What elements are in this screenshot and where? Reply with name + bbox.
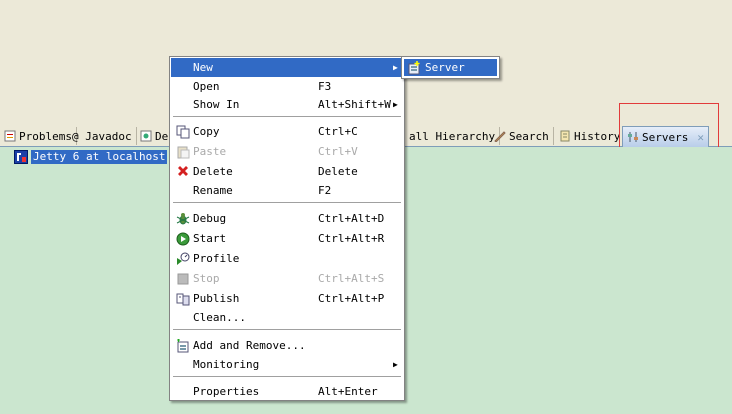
tab-search[interactable]: Search: [490, 127, 554, 145]
menu-item-label: Server: [425, 61, 465, 74]
menu-item-profile[interactable]: Profile: [171, 249, 403, 268]
submenu-arrow-icon: ▶: [393, 360, 398, 369]
menu-item-shortcut: F3: [318, 80, 332, 93]
menu-item-shortcut: Delete: [318, 165, 358, 178]
delete-icon: [175, 164, 190, 179]
menu-item-show-in[interactable]: Show In Alt+Shift+W ▶: [171, 95, 403, 114]
submenu-arrow-icon: ▶: [393, 100, 398, 109]
menu-item-label: Paste: [193, 145, 227, 158]
context-menu: New ▶ Open F3 Show In Alt+Shift+W ▶ Copy…: [169, 56, 405, 401]
menu-item-label: Delete: [193, 165, 233, 178]
tab-label: all Hierarchy: [409, 129, 496, 143]
menu-item-rename[interactable]: Rename F2: [171, 181, 403, 200]
profile-icon: [175, 251, 190, 266]
menu-item-add-and-remove[interactable]: Add and Remove...: [171, 336, 403, 355]
add-remove-icon: [175, 338, 190, 353]
tab-problems[interactable]: Problems: [0, 127, 77, 145]
menu-item-shortcut: Ctrl+C: [318, 125, 358, 138]
publish-icon: [175, 291, 190, 306]
debug-icon: [175, 211, 190, 226]
menu-item-shortcut: Ctrl+Alt+P: [318, 292, 385, 305]
menu-item-shortcut: Alt+Enter: [318, 385, 378, 398]
menu-item-label: Stop: [193, 272, 220, 285]
menu-item-label: Show In: [193, 98, 240, 111]
menu-item-monitoring[interactable]: Monitoring ▶: [171, 355, 403, 374]
menu-item-label: Debug: [193, 212, 227, 225]
menu-item-stop[interactable]: Stop Ctrl+Alt+S: [171, 269, 403, 288]
menu-item-start[interactable]: Start Ctrl+Alt+R: [171, 229, 403, 248]
start-icon: [175, 231, 190, 246]
menu-item-shortcut: Ctrl+V: [318, 145, 358, 158]
menu-item-label: Open: [193, 80, 220, 93]
menu-item-shortcut: F2: [318, 184, 332, 197]
tab-call-hierarchy[interactable]: all Hierarchy: [405, 127, 501, 145]
menu-item-label: New: [193, 61, 213, 74]
menu-item-new-server[interactable]: Server: [404, 59, 497, 76]
tab-label: Problems: [19, 129, 72, 143]
annotation-highlight-box: [619, 103, 719, 152]
menu-item-open[interactable]: Open F3: [171, 77, 403, 96]
stop-icon: [175, 271, 190, 286]
tree-row[interactable]: Jetty 6 at localhost: [14, 149, 168, 165]
tab-javadoc[interactable]: @ Javadoc: [68, 127, 137, 145]
jetty-server-icon: [14, 150, 28, 164]
menu-item-label: Publish: [193, 292, 240, 305]
declaration-icon: [140, 130, 152, 142]
menu-item-shortcut: Alt+Shift+W: [318, 98, 391, 111]
new-server-icon: [406, 60, 421, 75]
menu-item-new[interactable]: New ▶: [171, 58, 403, 77]
new-submenu: Server: [401, 56, 500, 79]
menu-item-label: Profile: [193, 252, 240, 265]
search-icon: [494, 130, 506, 142]
menu-item-label: Clean...: [193, 311, 246, 324]
menu-item-shortcut: Ctrl+Alt+R: [318, 232, 385, 245]
menu-item-label: Properties: [193, 385, 260, 398]
menu-separator: [173, 202, 401, 204]
menu-item-label: Copy: [193, 125, 220, 138]
menu-item-publish[interactable]: Publish Ctrl+Alt+P: [171, 289, 403, 308]
menu-item-label: Monitoring: [193, 358, 260, 371]
history-icon: [559, 130, 571, 142]
tab-label: Search: [509, 129, 549, 143]
tab-history[interactable]: History: [555, 127, 626, 145]
tab-declaration[interactable]: De: [136, 127, 172, 145]
menu-item-copy[interactable]: Copy Ctrl+C: [171, 122, 403, 141]
menu-item-clean[interactable]: Clean...: [171, 308, 403, 327]
tree-item-label: Jetty 6 at localhost: [31, 150, 168, 164]
menu-item-delete[interactable]: Delete Delete: [171, 162, 403, 181]
copy-icon: [175, 124, 190, 139]
problems-icon: [4, 130, 16, 142]
menu-separator: [173, 329, 401, 331]
menu-item-properties[interactable]: Properties Alt+Enter: [171, 382, 403, 401]
tab-label: De: [155, 129, 169, 143]
menu-item-shortcut: Ctrl+Alt+D: [318, 212, 385, 225]
menu-item-label: Start: [193, 232, 227, 245]
menu-item-label: Add and Remove...: [193, 339, 306, 352]
menu-item-label: Rename: [193, 184, 233, 197]
menu-separator: [173, 376, 401, 378]
tab-label: History: [574, 129, 621, 143]
menu-item-shortcut: Ctrl+Alt+S: [318, 272, 385, 285]
tab-label: @ Javadoc: [72, 129, 132, 143]
paste-icon: [175, 144, 190, 159]
menu-separator: [173, 116, 401, 118]
menu-item-paste[interactable]: Paste Ctrl+V: [171, 142, 403, 161]
menu-item-debug[interactable]: Debug Ctrl+Alt+D: [171, 209, 403, 228]
submenu-arrow-icon: ▶: [393, 63, 398, 72]
